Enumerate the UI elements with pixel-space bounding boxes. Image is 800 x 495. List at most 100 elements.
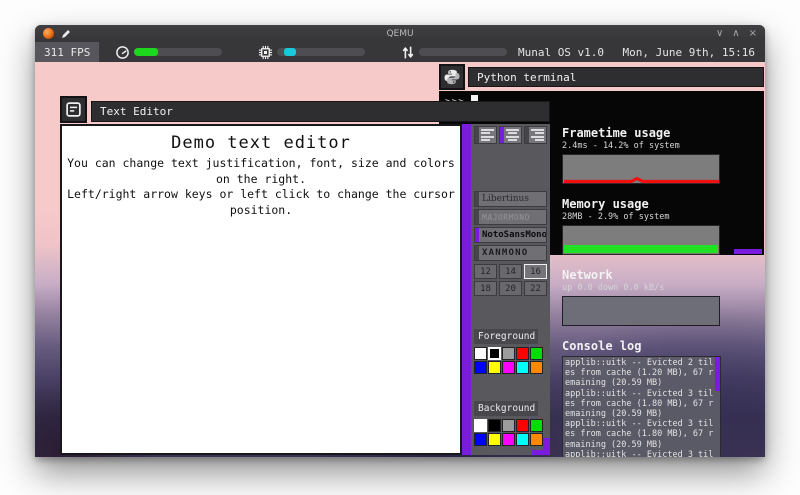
desktop-wallpaper: Python terminal >>> — [35, 62, 765, 457]
selection-tab — [475, 228, 479, 242]
fg-swatch-green[interactable] — [530, 347, 543, 360]
console-log-title: Console log — [562, 339, 764, 353]
size-button-14[interactable]: 14 — [499, 264, 522, 279]
qemu-window-title: QEMU — [35, 29, 765, 39]
qemu-window: QEMU ∨ ∧ × 311 FPS — [35, 25, 765, 457]
fg-swatch-gray[interactable] — [502, 347, 515, 360]
font-label: XANMONO — [482, 248, 528, 258]
size-button-12[interactable]: 12 — [474, 264, 497, 279]
selection-tab — [475, 127, 479, 143]
bg-swatch-green[interactable] — [530, 419, 543, 432]
fg-swatch-blue[interactable] — [474, 361, 487, 374]
align-left-icon — [481, 129, 494, 142]
console-log-box[interactable]: applib::uitk -- Evicted 2 tiles from cac… — [562, 356, 721, 457]
bg-swatch-gray[interactable] — [502, 419, 515, 432]
justify-center-button[interactable] — [499, 126, 522, 144]
fg-swatch-orange[interactable] — [530, 361, 543, 374]
frametime-gauge-track — [134, 48, 222, 56]
font-label: MAJORMONO — [482, 213, 530, 222]
os-title: Munal OS v1.0 — [481, 46, 641, 59]
bg-swatch-white[interactable] — [474, 419, 487, 432]
python-terminal-titlebar[interactable]: Python terminal — [468, 67, 764, 87]
bg-swatch-cyan[interactable] — [516, 433, 529, 446]
maximize-button[interactable]: ∧ — [732, 28, 739, 39]
bg-swatch-red[interactable] — [516, 419, 529, 432]
size-button-20[interactable]: 20 — [499, 281, 522, 296]
justify-buttons — [474, 126, 547, 144]
bg-swatch-black[interactable] — [488, 419, 501, 432]
selection-tab — [475, 192, 479, 206]
fg-swatch-cyan[interactable] — [516, 361, 529, 374]
frametime-subtitle: 2.4ms - 14.2% of system — [562, 141, 764, 151]
font-button-libertinus[interactable]: Libertinus — [474, 191, 547, 207]
size-button-22[interactable]: 22 — [524, 281, 547, 296]
text-editor-icon[interactable] — [60, 96, 87, 123]
bg-swatch-magenta[interactable] — [502, 433, 515, 446]
size-button-16[interactable]: 16 — [524, 264, 547, 279]
frametime-section: Frametime usage 2.4ms - 14.2% of system — [562, 126, 764, 184]
close-button[interactable]: × — [749, 28, 757, 39]
font-button-majormono[interactable]: MAJORMONO — [474, 209, 547, 225]
network-section: Network up 0.0 down 0.0 kB/s — [562, 268, 764, 326]
fg-swatch-white[interactable] — [474, 347, 487, 360]
settings-scrollbar-h[interactable] — [532, 450, 550, 455]
align-center-icon — [506, 129, 519, 142]
munal-os-screen: 311 FPS — [35, 42, 765, 457]
memory-section: Memory usage 28MB - 2.9% of system — [562, 197, 764, 255]
fg-swatch-magenta[interactable] — [502, 361, 515, 374]
editor-scrollbar[interactable] — [462, 124, 471, 455]
bg-swatch-blue[interactable] — [474, 433, 487, 446]
fg-swatch-red[interactable] — [516, 347, 529, 360]
cpu-gauge — [258, 45, 365, 60]
log-line: applib::uitk -- Evicted 3 tiles from cac… — [565, 419, 718, 450]
text-editor-titlebar[interactable]: Text Editor — [91, 101, 550, 122]
font-button-xanmono[interactable]: XANMONO — [474, 245, 547, 261]
memory-green-bar — [564, 245, 718, 253]
fg-swatch-yellow[interactable] — [488, 361, 501, 374]
fps-counter: 311 FPS — [35, 42, 99, 62]
log-line: applib::uitk -- Evicted 2 tiles from cac… — [565, 358, 718, 389]
font-label: Libertinus — [482, 194, 529, 204]
editor-text-area[interactable]: Demo text editor You can change text jus… — [60, 124, 462, 455]
foreground-label: Foreground — [474, 329, 538, 344]
selection-tab — [475, 246, 479, 260]
qemu-titlebar[interactable]: QEMU ∨ ∧ × — [35, 25, 765, 42]
network-title: Network — [562, 268, 764, 282]
network-subtitle: up 0.0 down 0.0 kB/s — [562, 283, 764, 293]
frametime-red-line — [563, 155, 721, 185]
background-label: Background — [474, 401, 538, 416]
log-line: applib::uitk -- Evicted 3 tiles from cac… — [565, 389, 718, 420]
size-buttons: 12 14 16 18 20 22 — [474, 264, 547, 296]
minimize-button[interactable]: ∨ — [716, 28, 723, 39]
console-log-scrollbar[interactable] — [715, 357, 720, 391]
clock: Mon, June 9th, 15:16 — [623, 46, 765, 59]
python-terminal-title: Python terminal — [477, 71, 576, 84]
text-editor-title: Text Editor — [100, 105, 173, 118]
os-status-bar: 311 FPS — [35, 42, 765, 62]
speedometer-icon — [115, 45, 130, 60]
python-terminal-icon[interactable] — [439, 64, 465, 90]
bg-swatch-yellow[interactable] — [488, 433, 501, 446]
fg-swatch-black[interactable] — [488, 347, 501, 360]
justify-left-button[interactable] — [474, 126, 497, 144]
log-line: applib::uitk -- Evicted 3 tiles from cac… — [565, 450, 718, 457]
align-right-icon — [531, 129, 544, 142]
system-monitor: Frametime usage 2.4ms - 14.2% of system … — [562, 126, 764, 457]
network-graph — [562, 296, 720, 326]
python-icon — [443, 68, 461, 86]
text-editor-body: Demo text editor You can change text jus… — [60, 124, 550, 455]
frametime-gauge — [115, 45, 222, 60]
doc-title: Demo text editor — [62, 133, 460, 153]
transfer-icon — [401, 45, 415, 60]
console-log-section: Console log applib::uitk -- Evicted 2 ti… — [562, 339, 764, 457]
size-button-18[interactable]: 18 — [474, 281, 497, 296]
doc-line: Left/right arrow keys or left click to c… — [62, 187, 460, 218]
memory-graph — [562, 225, 720, 255]
bg-swatch-orange[interactable] — [530, 433, 543, 446]
memory-subtitle: 28MB - 2.9% of system — [562, 212, 764, 222]
cpu-gauge-track — [277, 48, 365, 56]
frametime-graph — [562, 154, 720, 184]
document-icon — [65, 101, 82, 118]
font-button-notosansmono[interactable]: NotoSansMono — [474, 227, 547, 243]
justify-right-button[interactable] — [524, 126, 547, 144]
